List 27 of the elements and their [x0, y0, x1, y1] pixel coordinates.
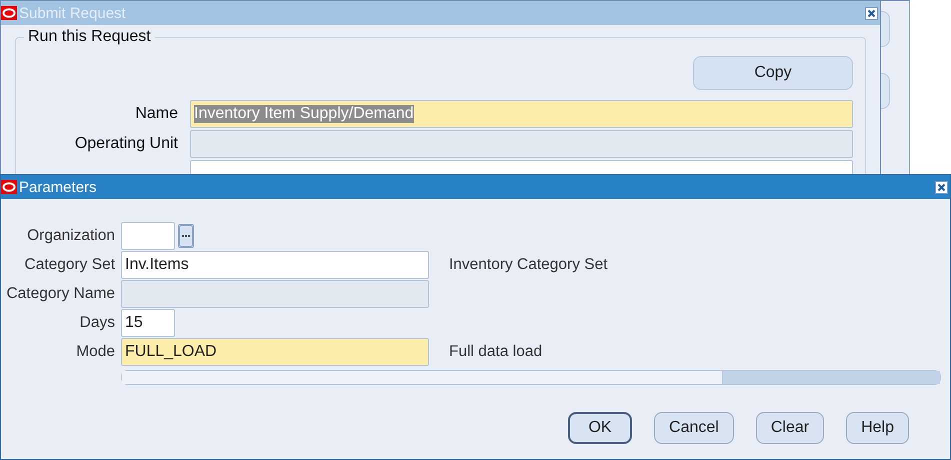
field-description: Inventory Category Set: [448, 256, 609, 274]
group-title: Run this Request: [24, 28, 155, 46]
input-field[interactable]: [121, 222, 175, 250]
field-label: Category Name: [5, 284, 115, 302]
close-icon[interactable]: [865, 6, 878, 20]
app-logo-icon: [1, 6, 17, 20]
dialog-button[interactable]: Help: [846, 412, 909, 444]
field-label: Category Set: [24, 256, 115, 274]
field-label: Days: [78, 314, 115, 332]
dialog-button[interactable]: Cancel: [654, 412, 734, 444]
field-label: Mode: [75, 342, 115, 360]
app-logo-icon: [1, 180, 17, 194]
dialog-button[interactable]: OK: [568, 412, 632, 444]
copy-button[interactable]: Copy: [693, 56, 853, 90]
field-label: Organization: [26, 226, 115, 244]
dialog-button[interactable]: Clear: [756, 412, 824, 444]
input-field[interactable]: Inv.Items: [121, 250, 429, 278]
input-field[interactable]: 15: [121, 308, 175, 336]
field-label: Operating Unit: [74, 135, 178, 153]
window-title: Submit Request: [19, 4, 127, 22]
field-description: Full data load: [448, 342, 544, 360]
more-icon[interactable]: [178, 224, 194, 248]
field-label: Name: [134, 105, 178, 123]
close-icon[interactable]: [935, 180, 948, 194]
horizontal-scrollbar[interactable]: [121, 370, 941, 385]
window-title: Parameters: [19, 178, 98, 196]
input-field[interactable]: FULL_LOAD: [121, 338, 429, 366]
